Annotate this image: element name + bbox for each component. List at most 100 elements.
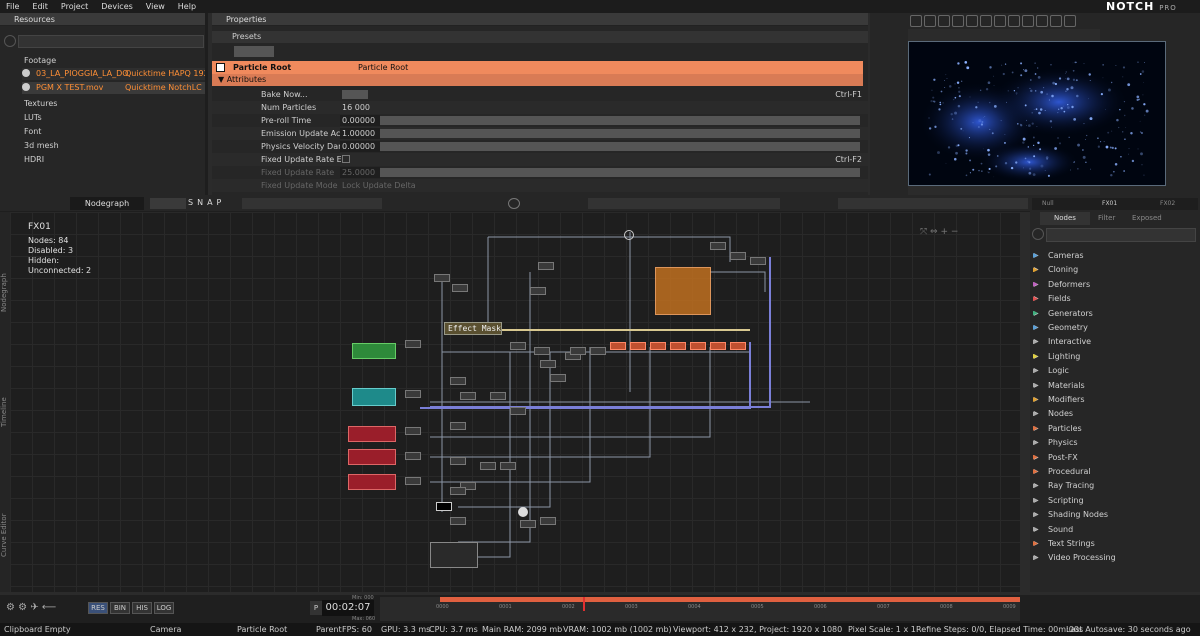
property-slider[interactable] (380, 116, 860, 125)
viewport-tool-icon[interactable] (1036, 15, 1048, 27)
timeline-range[interactable] (440, 597, 1020, 602)
property-row[interactable]: Emission Update Active1.00000 (212, 127, 868, 140)
graph-node[interactable] (710, 242, 726, 250)
graph-node[interactable] (670, 342, 686, 350)
graph-node[interactable] (610, 342, 626, 350)
mode-button-his[interactable]: HIS (132, 602, 152, 614)
tab-nodegraph[interactable]: Nodegraph (70, 197, 144, 210)
node-group-red[interactable] (348, 426, 396, 442)
graph-node[interactable] (450, 517, 466, 525)
nodegraph-canvas[interactable]: Effect Mask ⤧ ⇔ + − (10, 212, 1020, 592)
mode-button-log[interactable]: LOG (154, 602, 174, 614)
graph-node[interactable] (510, 407, 526, 415)
graph-node[interactable] (450, 457, 466, 465)
presets-bar[interactable]: Presets (212, 31, 868, 43)
bottom-tools[interactable]: ⚙ ⚙ ✈ ⟵ (6, 602, 66, 615)
category-item[interactable]: Interactive (1033, 335, 1091, 349)
viewport-tool-icon[interactable] (938, 15, 950, 27)
side-tab-curve-editor[interactable]: Curve Editor (0, 497, 8, 557)
property-value[interactable]: 0.00000 (340, 141, 380, 152)
node-group-green[interactable] (352, 343, 396, 359)
graph-node[interactable] (630, 342, 646, 350)
category-item[interactable]: Lighting (1033, 350, 1080, 364)
property-slider[interactable] (380, 168, 860, 177)
gear-icon[interactable] (508, 198, 520, 209)
property-slider[interactable] (380, 142, 860, 151)
mode-button-res[interactable]: RES (88, 602, 108, 614)
viewport-tool-icon[interactable] (910, 15, 922, 27)
node-group-red[interactable] (348, 449, 396, 465)
viewport-tool-icon[interactable] (1050, 15, 1062, 27)
category-item[interactable]: Sound (1033, 523, 1073, 537)
viewport-tool-icon[interactable] (924, 15, 936, 27)
graph-node[interactable] (434, 274, 450, 282)
folder-footage[interactable]: Footage (0, 54, 205, 67)
zoom-controls[interactable]: ⤧ ⇔ + − (920, 227, 982, 239)
property-value[interactable]: 0.00000 (340, 115, 380, 126)
snap-toggle[interactable]: SNAP (188, 198, 225, 207)
graph-node[interactable] (405, 340, 421, 348)
property-row[interactable]: Pre-roll Time 0.00000 (212, 114, 868, 127)
category-item[interactable]: Post-FX (1033, 451, 1078, 465)
graph-node[interactable] (452, 284, 468, 292)
graph-node[interactable] (534, 347, 550, 355)
viewport-tool-icon[interactable] (994, 15, 1006, 27)
category-item[interactable]: Shading Nodes (1033, 508, 1108, 522)
graph-node[interactable] (550, 374, 566, 382)
graph-node[interactable] (530, 287, 546, 295)
playhead[interactable] (583, 597, 585, 611)
property-checkbox[interactable] (342, 155, 350, 163)
viewport-tool-icon[interactable] (952, 15, 964, 27)
graph-node[interactable] (405, 390, 421, 398)
menu-item[interactable]: Devices (101, 2, 133, 11)
property-row[interactable]: Fixed Update Mode Lock Update Delta (212, 179, 868, 192)
render-viewport[interactable] (908, 41, 1166, 186)
graph-node[interactable] (450, 487, 466, 495)
graph-node[interactable] (460, 392, 476, 400)
graph-node[interactable] (405, 427, 421, 435)
graph-node[interactable] (690, 342, 706, 350)
category-item[interactable]: Procedural (1033, 465, 1091, 479)
menu-item[interactable]: View (146, 2, 165, 11)
category-item[interactable]: Fields (1033, 292, 1071, 306)
menu-item[interactable]: Help (178, 2, 196, 11)
camera-icon[interactable] (518, 507, 528, 517)
category-item[interactable]: Text Strings (1033, 537, 1095, 551)
render-tools[interactable] (588, 198, 780, 209)
category-item[interactable]: Nodes (1033, 407, 1073, 421)
category-item[interactable]: Physics (1033, 436, 1078, 450)
category-item[interactable]: Ray Tracing (1033, 479, 1094, 493)
category-item[interactable]: Deformers (1033, 278, 1090, 292)
node-enable-checkbox[interactable] (216, 63, 225, 72)
graph-tools-2[interactable] (242, 198, 382, 209)
graph-node[interactable] (405, 477, 421, 485)
graph-node[interactable] (480, 462, 496, 470)
category-item[interactable]: Video Processing (1033, 551, 1116, 565)
property-value[interactable]: 25.0000 (340, 167, 380, 178)
graph-node[interactable] (490, 392, 506, 400)
category-item[interactable]: Cloning (1033, 263, 1078, 277)
folder-item[interactable]: LUTs (0, 111, 205, 124)
property-value[interactable]: 16 000 (340, 102, 460, 113)
bake-button[interactable] (342, 90, 368, 99)
graph-node[interactable] (450, 422, 466, 430)
node-group-red[interactable] (348, 474, 396, 490)
viewport-tool-icon[interactable] (966, 15, 978, 27)
footage-item[interactable]: 03_LA_PIOGGIA_LA_DON Quicktime HAPQ 1920 (22, 68, 205, 80)
property-row[interactable]: Fixed Update Rate 25.0000 (212, 166, 868, 179)
graph-tools[interactable] (150, 198, 186, 209)
property-row[interactable]: Bake Now... Ctrl-F1 (212, 88, 868, 101)
viewport-tool-icon[interactable] (1008, 15, 1020, 27)
graph-node[interactable] (570, 347, 586, 355)
node-output[interactable] (436, 502, 452, 511)
graph-node[interactable] (730, 342, 746, 350)
graph-node[interactable] (520, 520, 536, 528)
filter-tools[interactable] (234, 46, 274, 57)
category-item[interactable]: Logic (1033, 364, 1069, 378)
menu-item[interactable]: Edit (32, 2, 48, 11)
attributes-section[interactable]: ▼ Attributes (212, 74, 863, 86)
property-row[interactable]: Num Particles 16 000 (212, 101, 868, 114)
play-icon[interactable]: P (310, 601, 322, 615)
gear-icon[interactable] (624, 230, 634, 240)
property-slider[interactable] (380, 129, 860, 138)
